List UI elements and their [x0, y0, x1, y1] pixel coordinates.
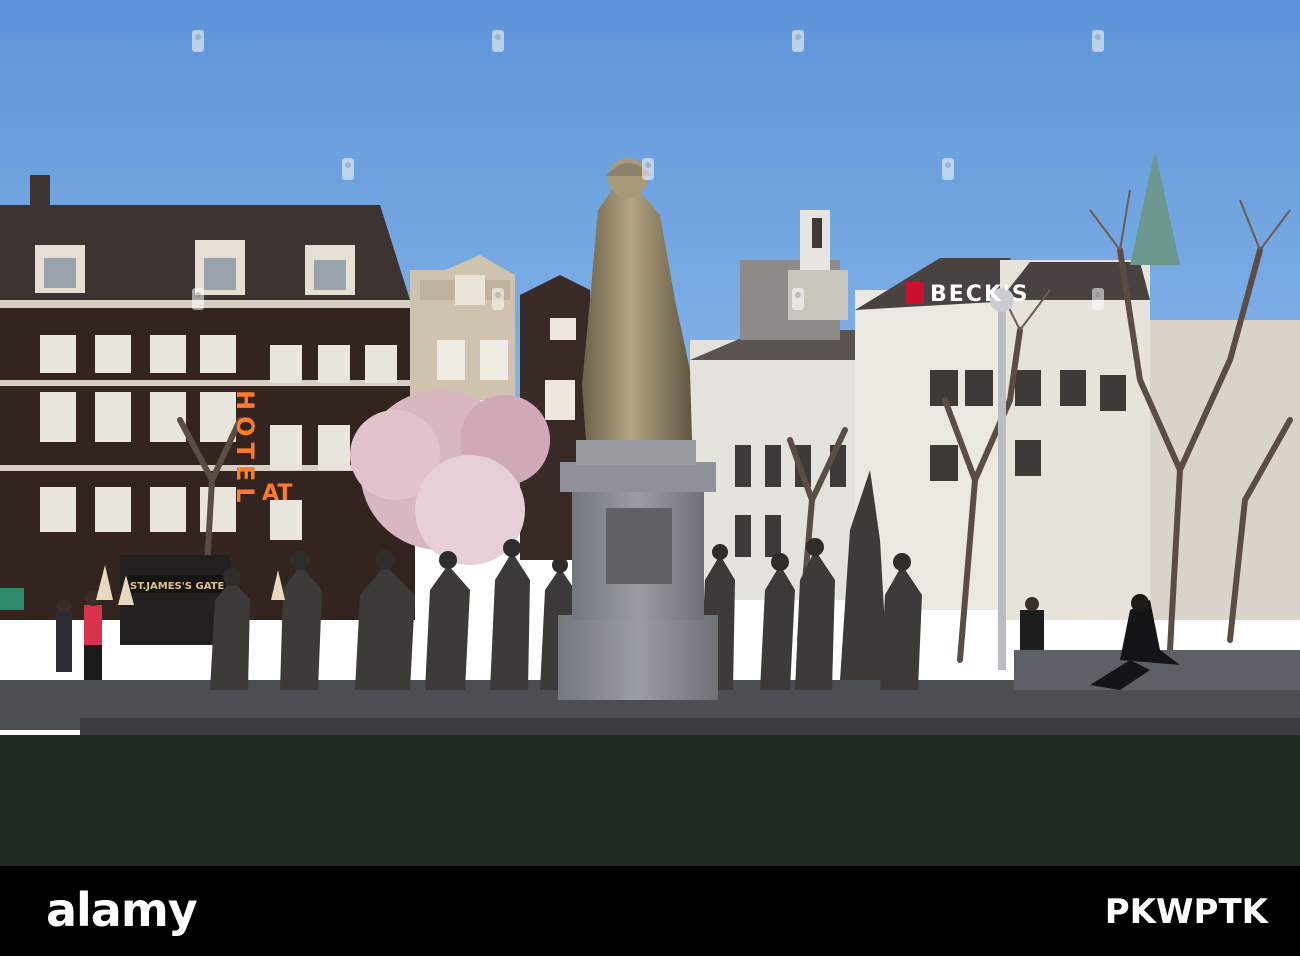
- watermark-mark: [1092, 288, 1104, 310]
- plinth-cornice: [560, 462, 716, 492]
- watermark-mark: [642, 158, 654, 180]
- watermark-mark: [942, 158, 954, 180]
- dormer-windows: [35, 240, 355, 295]
- watermark-mark: [192, 30, 204, 52]
- lawn: [0, 735, 1300, 866]
- watermark-mark: [792, 30, 804, 52]
- hotel-vertical-sign: HOTEL: [231, 390, 259, 509]
- alamy-logo: alamy: [46, 883, 198, 937]
- image-id: PKWPTK: [1104, 892, 1268, 932]
- plinth-base: [558, 615, 718, 700]
- brewery-sign-text: BECK'S: [930, 282, 1030, 307]
- plinth-top: [576, 440, 696, 465]
- watermark-mark: [342, 158, 354, 180]
- watermark-mark: [192, 288, 204, 310]
- hotel-horizontal-sign-text: AT: [262, 481, 292, 506]
- pub-sign-text: ST.JAMES'S GATE: [130, 581, 224, 592]
- watermark-mark: [1092, 30, 1104, 52]
- watermark-mark: [792, 288, 804, 310]
- plinth-plaque: [606, 508, 672, 584]
- watermark-mark: [492, 288, 504, 310]
- steps: [80, 718, 1300, 736]
- green-awning: [0, 588, 24, 610]
- photo-scene: HOTEL AT BECK'S ST.JAMES'S GATE: [0, 0, 1300, 956]
- hotel-vertical-sign-text: HOTEL: [231, 390, 259, 509]
- photo-illustration: HOTEL AT BECK'S ST.JAMES'S GATE: [0, 0, 1300, 866]
- watermark-mark: [492, 30, 504, 52]
